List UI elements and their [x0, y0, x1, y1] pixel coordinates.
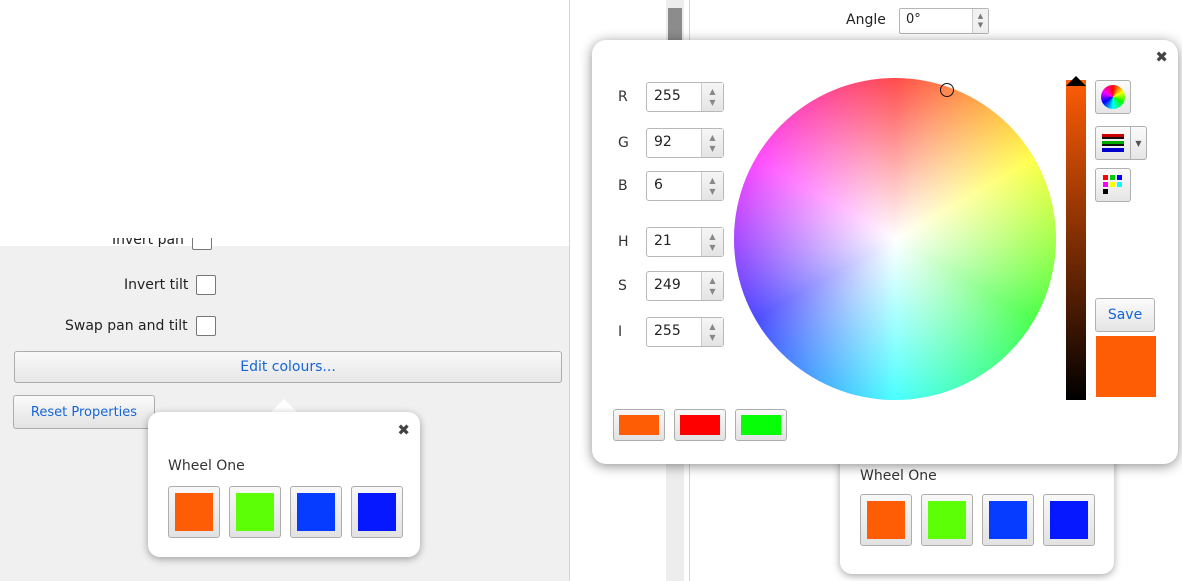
angle-spinbox[interactable]: 0° ▲ ▼	[899, 8, 989, 34]
swatch-color	[358, 493, 396, 531]
green-value: 92	[654, 134, 672, 150]
swatch-color	[1050, 501, 1088, 539]
green-label: G	[618, 135, 629, 151]
edit-colours-button[interactable]: Edit colours...	[14, 351, 562, 383]
wheel-one-popup-2: Wheel One	[840, 452, 1114, 574]
saturation-label: S	[618, 278, 627, 294]
blue-row: B 6 ▲ ▼	[618, 171, 724, 201]
spin-arrows-icon[interactable]: ▲ ▼	[701, 172, 723, 200]
intensity-value: 255	[654, 323, 681, 339]
wheel-one-popup: ✖ Wheel One	[148, 412, 420, 557]
invert-pan-row: Invert pan	[112, 238, 212, 258]
palette-mode-button[interactable]	[1095, 168, 1131, 202]
wheel-title: Wheel One	[168, 458, 245, 474]
rgb-sliders-icon	[1102, 134, 1124, 152]
spin-arrows-icon[interactable]: ▲ ▼	[701, 318, 723, 346]
swatch-color	[175, 493, 213, 531]
saturation-value: 249	[654, 277, 681, 293]
green-row: G 92 ▲ ▼	[618, 128, 724, 158]
blue-spinbox[interactable]: 6 ▲ ▼	[646, 171, 724, 201]
wheel-swatch-3[interactable]	[982, 494, 1034, 546]
wheel-title: Wheel One	[860, 468, 937, 484]
spin-arrows-icon[interactable]: ▲ ▼	[701, 228, 723, 256]
close-icon[interactable]: ✖	[1155, 50, 1168, 65]
color-wheel[interactable]	[734, 78, 1056, 400]
saturation-gradient	[734, 78, 1056, 400]
spin-arrows-icon[interactable]: ▲ ▼	[701, 129, 723, 157]
swatch-color	[741, 415, 781, 435]
swatch-color	[619, 415, 659, 435]
saturation-spinbox[interactable]: 249 ▲ ▼	[646, 271, 724, 301]
spin-arrows-icon[interactable]: ▲ ▼	[701, 272, 723, 300]
wheel-swatch-4[interactable]	[351, 486, 403, 538]
color-wheel-icon	[1101, 85, 1125, 109]
recent-color-2[interactable]	[674, 409, 726, 441]
blue-value: 6	[654, 177, 663, 193]
slider-handle[interactable]	[1066, 76, 1086, 86]
swatch-color	[680, 415, 720, 435]
color-wheel-mode-button[interactable]	[1095, 80, 1131, 114]
rgb-slider-mode-group: ▼	[1095, 126, 1147, 160]
wheel-swatch-3[interactable]	[290, 486, 342, 538]
popup-arrow	[270, 399, 298, 413]
hue-value: 21	[654, 233, 672, 249]
swatch-color	[236, 493, 274, 531]
red-row: R 255 ▲ ▼	[618, 82, 724, 112]
swatch-color	[297, 493, 335, 531]
recent-colors	[613, 409, 787, 441]
divider	[569, 0, 570, 581]
swap-pan-tilt-checkbox[interactable]	[195, 316, 216, 336]
swap-pan-tilt-label: Swap pan and tilt	[65, 318, 188, 334]
wheel-swatch-2[interactable]	[921, 494, 973, 546]
hue-row: H 21 ▲ ▼	[618, 227, 724, 257]
spin-arrows-icon[interactable]: ▲ ▼	[701, 83, 723, 111]
wheel-swatch-4[interactable]	[1043, 494, 1095, 546]
intensity-slider[interactable]	[1066, 76, 1086, 400]
wheel-swatch-1[interactable]	[168, 486, 220, 538]
current-color-preview	[1096, 336, 1156, 397]
invert-tilt-row: Invert tilt	[124, 275, 217, 295]
red-label: R	[618, 89, 628, 105]
green-spinbox[interactable]: 92 ▲ ▼	[646, 128, 724, 158]
angle-label: Angle	[846, 12, 886, 28]
invert-pan-label: Invert pan	[112, 238, 184, 248]
hue-label: H	[618, 234, 629, 250]
swatch-color	[867, 501, 905, 539]
recent-color-1[interactable]	[613, 409, 665, 441]
intensity-label: I	[618, 324, 623, 340]
recent-color-3[interactable]	[735, 409, 787, 441]
blue-label: B	[618, 178, 628, 194]
save-color-button[interactable]: Save	[1095, 298, 1155, 332]
intensity-spinbox[interactable]: 255 ▲ ▼	[646, 317, 724, 347]
intensity-row: I 255 ▲ ▼	[618, 317, 724, 347]
wheel-selector-marker[interactable]	[940, 83, 954, 97]
chevron-down-icon[interactable]: ▼	[1131, 126, 1147, 160]
rgb-sliders-button[interactable]	[1095, 126, 1131, 160]
angle-value: 0°	[906, 12, 921, 27]
spin-arrows-icon[interactable]: ▲ ▼	[972, 9, 988, 33]
red-spinbox[interactable]: 255 ▲ ▼	[646, 82, 724, 112]
swatch-color	[989, 501, 1027, 539]
hue-spinbox[interactable]: 21 ▲ ▼	[646, 227, 724, 257]
wheel-swatch-list	[168, 486, 403, 538]
palette-grid-icon	[1103, 175, 1122, 194]
invert-pan-checkbox[interactable]	[191, 238, 212, 250]
invert-tilt-checkbox[interactable]	[196, 275, 217, 295]
color-picker-dialog: ✖ R 255 ▲ ▼ G 92 ▲ ▼ B 6 ▲ ▼ H 21 ▲ ▼ S 249 ▲ ▼ I …	[592, 40, 1178, 464]
invert-tilt-label: Invert tilt	[124, 277, 189, 293]
close-icon[interactable]: ✖	[397, 423, 410, 438]
wheel-swatch-2[interactable]	[229, 486, 281, 538]
reset-properties-button[interactable]: Reset Properties	[13, 395, 155, 429]
swap-pan-tilt-row: Swap pan and tilt	[65, 316, 216, 336]
wheel-swatch-1[interactable]	[860, 494, 912, 546]
saturation-row: S 249 ▲ ▼	[618, 271, 724, 301]
wheel-swatch-list	[860, 494, 1095, 546]
swatch-color	[928, 501, 966, 539]
red-value: 255	[654, 88, 681, 104]
